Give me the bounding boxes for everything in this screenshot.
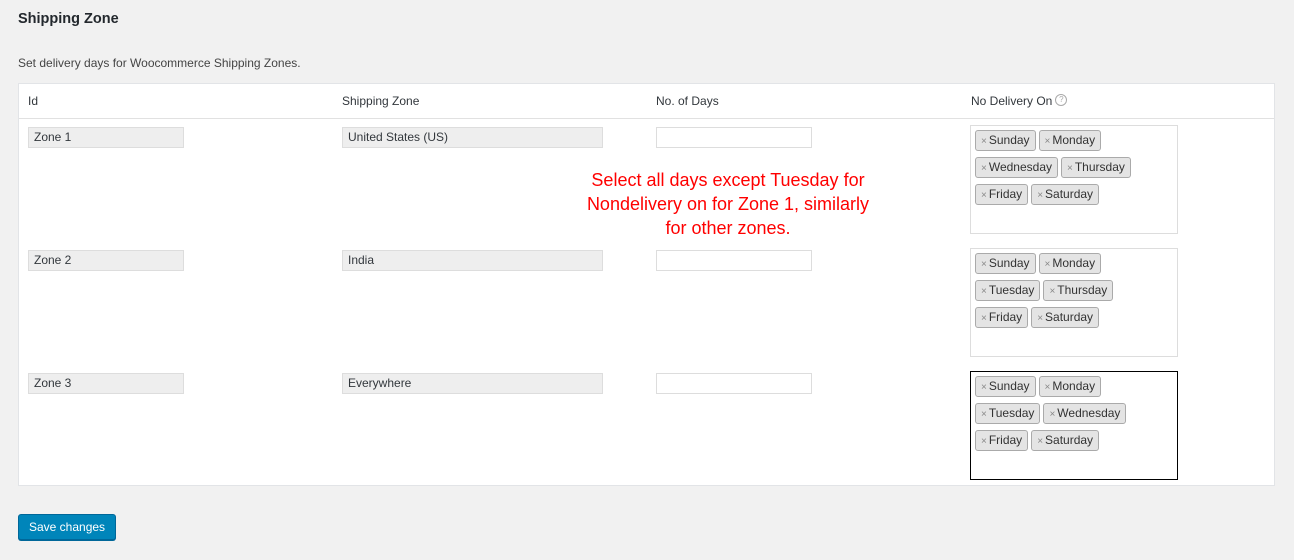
- remove-icon[interactable]: ×: [981, 436, 987, 447]
- remove-icon[interactable]: ×: [981, 190, 987, 201]
- day-tag[interactable]: × Sunday: [975, 253, 1036, 274]
- remove-icon[interactable]: ×: [1049, 409, 1055, 420]
- save-changes-button[interactable]: Save changes: [18, 514, 117, 540]
- remove-icon[interactable]: ×: [981, 409, 987, 420]
- remove-icon[interactable]: ×: [981, 163, 987, 174]
- day-tag[interactable]: × Friday: [975, 307, 1029, 328]
- day-tag[interactable]: × Monday: [1038, 376, 1102, 397]
- shipping-zone-field: India: [342, 250, 603, 271]
- day-tag[interactable]: × Saturday: [1031, 307, 1100, 328]
- remove-icon[interactable]: ×: [1037, 313, 1043, 324]
- table-header: Id Shipping Zone No. of Days No Delivery…: [19, 84, 1274, 119]
- header-no-of-days: No. of Days: [656, 94, 719, 108]
- header-id: Id: [28, 94, 39, 108]
- remove-icon[interactable]: ×: [981, 286, 987, 297]
- no-delivery-select[interactable]: × Sunday × Monday × Tuesday × Wednesday × Frida…: [970, 371, 1178, 480]
- day-tag[interactable]: × Monday: [1038, 253, 1102, 274]
- no-of-days-input[interactable]: [656, 250, 812, 271]
- annotation-note: Select all days except Tuesday for Nonde…: [586, 170, 870, 238]
- no-of-days-input[interactable]: [656, 127, 812, 148]
- no-of-days-input[interactable]: [656, 373, 812, 394]
- remove-icon[interactable]: ×: [1045, 259, 1051, 270]
- header-no-delivery-on: No Delivery On?: [971, 94, 1068, 108]
- remove-icon[interactable]: ×: [1067, 163, 1073, 174]
- day-tag[interactable]: × Sunday: [975, 376, 1036, 397]
- day-tag[interactable]: × Monday: [1038, 130, 1102, 151]
- day-tag[interactable]: × Friday: [975, 430, 1029, 451]
- day-tag[interactable]: × Saturday: [1031, 430, 1100, 451]
- remove-icon[interactable]: ×: [1049, 286, 1055, 297]
- remove-icon[interactable]: ×: [1045, 136, 1051, 147]
- header-shipping-zone: Shipping Zone: [342, 94, 420, 108]
- zone-id-field: Zone 1: [28, 127, 184, 148]
- remove-icon[interactable]: ×: [1037, 190, 1043, 201]
- day-tag[interactable]: × Thursday: [1043, 280, 1114, 301]
- remove-icon[interactable]: ×: [981, 382, 987, 393]
- remove-icon[interactable]: ×: [1037, 436, 1043, 447]
- shipping-zone-table: Id Shipping Zone No. of Days No Delivery…: [18, 83, 1275, 486]
- page-title: Shipping Zone: [18, 11, 119, 27]
- remove-icon[interactable]: ×: [981, 136, 987, 147]
- day-tag[interactable]: × Sunday: [975, 130, 1036, 151]
- day-tag[interactable]: × Friday: [975, 184, 1029, 205]
- remove-icon[interactable]: ×: [1045, 382, 1051, 393]
- day-tag[interactable]: × Saturday: [1031, 184, 1100, 205]
- zone-id-field: Zone 3: [28, 373, 184, 394]
- page-description: Set delivery days for Woocommerce Shippi…: [18, 56, 301, 70]
- no-delivery-select[interactable]: × Sunday × Monday × Tuesday × Thursday × Friday…: [970, 248, 1178, 357]
- remove-icon[interactable]: ×: [981, 259, 987, 270]
- zone-id-field: Zone 2: [28, 250, 184, 271]
- no-delivery-select[interactable]: × Sunday × Monday × Wednesday × Thursday × Frid…: [970, 125, 1178, 234]
- day-tag[interactable]: × Tuesday: [975, 280, 1041, 301]
- shipping-zone-field: Everywhere: [342, 373, 603, 394]
- day-tag[interactable]: × Wednesday: [1043, 403, 1127, 424]
- remove-icon[interactable]: ×: [981, 313, 987, 324]
- help-icon[interactable]: ?: [1055, 94, 1068, 106]
- day-tag[interactable]: × Wednesday: [975, 157, 1058, 178]
- day-tag[interactable]: × Tuesday: [975, 403, 1041, 424]
- day-tag[interactable]: × Thursday: [1061, 157, 1131, 178]
- shipping-zone-field: United States (US): [342, 127, 603, 148]
